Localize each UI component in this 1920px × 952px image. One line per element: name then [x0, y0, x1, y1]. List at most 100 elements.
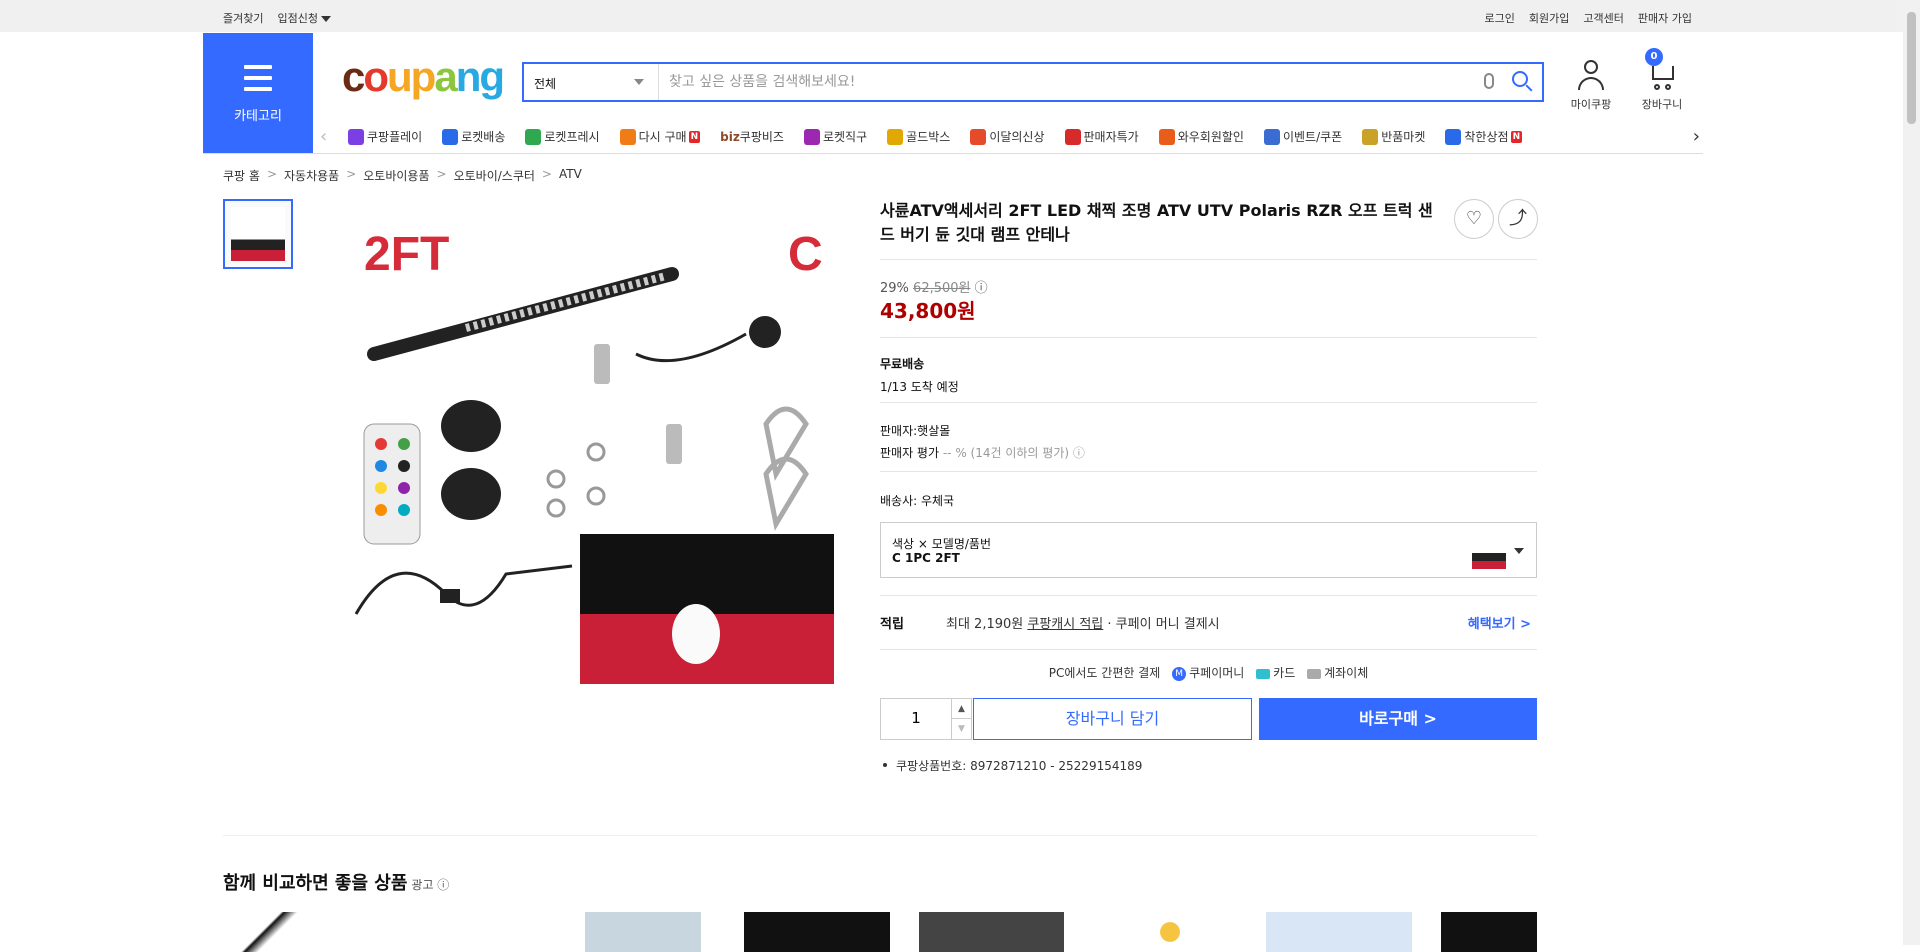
nav-item[interactable]: 이벤트/쿠폰 — [1263, 128, 1343, 145]
nav-item[interactable]: 판매자특가 — [1064, 128, 1139, 145]
divider — [880, 259, 1537, 260]
info-icon[interactable]: ⓘ — [975, 281, 988, 296]
pay-title: PC에서도 간편한 결제 — [1048, 666, 1161, 680]
login-link[interactable]: 로그인 — [1485, 10, 1515, 26]
product-thumbnail[interactable] — [223, 199, 293, 269]
share-button[interactable]: ⤴ — [1498, 199, 1538, 239]
recommended-product-image[interactable] — [1441, 912, 1537, 952]
nav-item[interactable]: 쿠팡플레이 — [348, 128, 422, 145]
divider — [880, 649, 1537, 650]
add-to-cart-button[interactable]: 장바구니 담기 — [973, 698, 1252, 740]
pay-method: 카드 — [1273, 666, 1296, 680]
category-menu-button[interactable]: 카테고리 — [203, 33, 313, 153]
breadcrumb-home[interactable]: 쿠팡 홈 — [223, 167, 260, 184]
recommended-product-image[interactable] — [1266, 912, 1412, 952]
info-icon[interactable]: ⓘ — [1073, 446, 1085, 460]
breadcrumb-item[interactable]: 오토바이/스쿠터 — [454, 167, 535, 184]
chevron-down-icon — [1514, 548, 1524, 554]
shipping-info: 무료배송 1/13 도착 예정 — [880, 355, 959, 395]
nav-item-label: 이달의신상 — [989, 130, 1045, 144]
seller-signup-link[interactable]: 판매자 가입 — [1638, 10, 1692, 26]
card-icon — [1256, 668, 1271, 679]
new-badge: N — [1510, 130, 1523, 143]
option-select[interactable]: 색상 × 모델명/품번 C 1PC 2FT — [880, 522, 1537, 578]
signup-link[interactable]: 회원가입 — [1529, 10, 1569, 26]
wow-icon — [1158, 128, 1175, 145]
search-scope-select[interactable]: 전체 — [524, 64, 659, 100]
nav-item[interactable]: 착한상점 N — [1445, 128, 1523, 145]
image-label-right: C — [788, 228, 823, 281]
recommended-product-image[interactable] — [744, 912, 890, 952]
scrollbar-thumb[interactable] — [1907, 12, 1916, 124]
play-icon — [348, 128, 364, 145]
bookmark-link[interactable]: 즐겨찾기 — [223, 10, 263, 26]
buy-now-button[interactable]: 바로구매 > — [1259, 698, 1537, 740]
nav-item-label: 반품마켓 — [1381, 130, 1426, 144]
nav-item[interactable]: 이달의신상 — [970, 128, 1045, 145]
chevron-up-icon[interactable]: ▲ — [951, 699, 971, 719]
recommended-product-image[interactable] — [230, 912, 360, 952]
customer-center-link[interactable]: 고객센터 — [1583, 10, 1623, 26]
cart-count-badge: 0 — [1645, 48, 1663, 66]
quantity-stepper: ▲ ▼ — [880, 698, 972, 740]
hamburger-icon — [244, 65, 272, 98]
nav-item[interactable]: 로켓직구 — [803, 128, 868, 145]
option-label: 색상 × 모델명/품번 — [892, 537, 992, 551]
nav-item[interactable]: 다시 구매 N — [619, 128, 701, 145]
nav-prev-icon[interactable]: ‹ — [320, 126, 327, 147]
image-label-left: 2FT — [364, 228, 449, 281]
favorite-button[interactable]: ♡ — [1454, 199, 1494, 239]
breadcrumb: 쿠팡 홈 > 자동차용품 > 오토바이용품 > 오토바이/스쿠터 > ATV — [223, 167, 582, 184]
nav-item[interactable]: 로켓배송 — [442, 128, 505, 145]
seller-apply-link[interactable]: 입점신청 — [277, 10, 331, 26]
nav-item-label: 다시 구매 — [638, 130, 687, 144]
cart-button[interactable]: 0 장바구니 — [1632, 48, 1692, 112]
recommended-product-image[interactable] — [585, 912, 701, 952]
rocket-icon — [442, 128, 459, 145]
top-utility-bar: 즐겨찾기 입점신청 로그인 회원가입 고객센터 판매자 가입 — [0, 0, 1920, 32]
search-input[interactable] — [669, 72, 1469, 92]
coupang-logo[interactable]: coupang — [342, 53, 505, 101]
benefit-more-link[interactable]: 혜택보기 > — [1468, 613, 1531, 632]
recommend-section-title: 함께 비교하면 좋을 상품 광고 ⓘ — [223, 873, 450, 894]
seller-name[interactable]: 판매자:햇살몰 — [880, 420, 1085, 442]
breadcrumb-item[interactable]: 자동차용품 — [284, 167, 339, 184]
nav-item-label: 로켓직구 — [822, 130, 868, 144]
microphone-icon[interactable] — [1484, 73, 1494, 89]
nav-item-label: 이벤트/쿠폰 — [1282, 130, 1343, 144]
nav-item[interactable]: biz 쿠팡비즈 — [720, 128, 784, 145]
product-info-panel: 사륜ATV액세서리 2FT LED 채찍 조명 ATV UTV Polaris … — [880, 199, 1538, 773]
share-icon: ⤴ — [1509, 208, 1527, 229]
coupang-cash-link[interactable]: 쿠팡캐시 적립 — [1027, 617, 1103, 632]
new-icon — [970, 128, 987, 145]
my-coupang-button[interactable]: 마이쿠팡 — [1561, 60, 1621, 112]
divider — [223, 835, 1537, 836]
nav-next-icon[interactable]: › — [1693, 126, 1700, 147]
nav-item[interactable]: 골드박스 — [887, 128, 950, 145]
global-icon — [803, 128, 820, 145]
product-title: 사륜ATV액세서리 2FT LED 채찍 조명 ATV UTV Polaris … — [880, 201, 1433, 244]
chevron-down-icon[interactable]: ▼ — [951, 719, 971, 739]
carrier-info: 배송사: 우체국 — [880, 494, 955, 508]
breadcrumb-item[interactable]: ATV — [559, 167, 582, 184]
recommended-product-image[interactable] — [1145, 912, 1195, 952]
rocket-fresh-icon — [525, 128, 542, 145]
nav-item[interactable]: 로켓프레시 — [525, 128, 600, 145]
reward-label: 적립 — [880, 617, 904, 632]
payment-methods: PC에서도 간편한 결제 M 쿠페이머니 카드 계좌이체 — [880, 664, 1537, 681]
page-scrollbar[interactable] — [1903, 0, 1920, 945]
ad-label[interactable]: 광고 ⓘ — [411, 878, 449, 892]
recommended-product-image[interactable] — [919, 912, 1064, 952]
seller-info: 판매자:햇살몰 판매자 평가 -- % (14건 이하의 평가) ⓘ — [880, 420, 1085, 464]
original-price: 62,500원 — [913, 281, 971, 296]
nav-item[interactable]: 와우회원할인 — [1158, 128, 1244, 145]
percent-icon — [1064, 128, 1081, 145]
product-main-image[interactable]: 2FT C — [336, 204, 850, 684]
product-number: 쿠팡상품번호: 8972871210 - 25229154189 — [882, 759, 1143, 773]
breadcrumb-item[interactable]: 오토바이용품 — [363, 167, 429, 184]
nav-item[interactable]: 반품마켓 — [1362, 128, 1425, 145]
nav-item-label: 쿠팡비즈 — [739, 130, 784, 144]
user-icon — [1576, 60, 1606, 92]
search-icon[interactable] — [1512, 71, 1528, 87]
quantity-input[interactable] — [891, 709, 941, 727]
